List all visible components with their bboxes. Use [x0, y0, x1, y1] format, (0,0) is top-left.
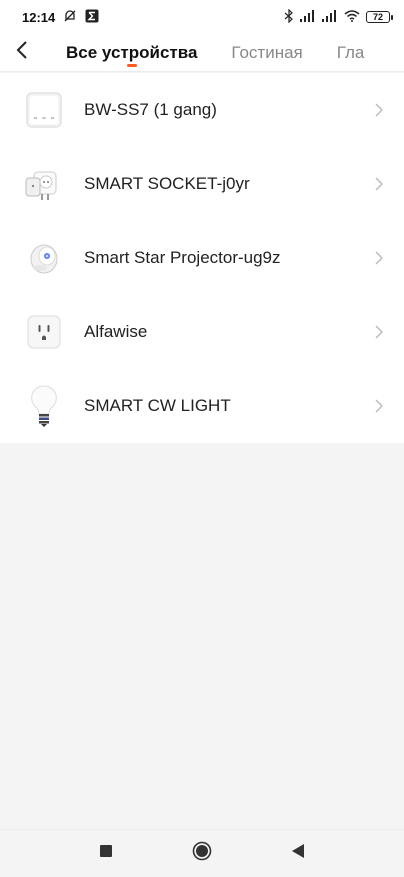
light-bulb-icon	[22, 384, 66, 428]
alarm-off-icon	[63, 9, 77, 26]
tab-main[interactable]: Гла	[337, 34, 365, 72]
recents-button[interactable]	[91, 839, 121, 869]
signal-icon	[300, 9, 316, 25]
chevron-right-icon	[364, 399, 394, 413]
device-name: BW-SS7 (1 gang)	[84, 100, 217, 119]
device-row-alfawise[interactable]: Alfawise	[0, 295, 404, 369]
smart-plug-icon	[22, 162, 66, 206]
wifi-icon	[344, 9, 360, 25]
device-row-bw-ss7[interactable]: BW-SS7 (1 gang)	[0, 73, 404, 147]
chevron-right-icon	[364, 103, 394, 117]
sigma-icon	[85, 9, 99, 26]
battery-level: 72	[372, 12, 383, 22]
wall-switch-icon	[22, 88, 66, 132]
device-row-star-projector[interactable]: Smart Star Projector-ug9z	[0, 221, 404, 295]
nav-back-button[interactable]	[283, 839, 313, 869]
battery-icon: 72	[366, 11, 393, 23]
back-triangle-icon	[291, 843, 305, 864]
tab-living-room[interactable]: Гостиная	[231, 34, 302, 72]
header: Все устройства Гостиная Гла	[0, 34, 404, 72]
device-name: SMART CW LIGHT	[84, 396, 231, 415]
device-name: Smart Star Projector-ug9z	[84, 248, 281, 267]
device-name: Alfawise	[84, 322, 148, 341]
screen: 12:14 72 Все устройства Гостиная Гла BW-…	[0, 0, 404, 877]
device-name: SMART SOCKET-j0yr	[84, 174, 250, 193]
active-tab-indicator	[126, 63, 137, 67]
signal-icon	[322, 9, 338, 25]
projector-icon	[22, 236, 66, 280]
device-list: BW-SS7 (1 gang) SMART SOCKET-j0yr Smart …	[0, 73, 404, 443]
outlet-icon	[22, 310, 66, 354]
tab-all-devices[interactable]: Все устройства	[66, 34, 197, 72]
device-row-cw-light[interactable]: SMART CW LIGHT	[0, 369, 404, 443]
chevron-left-icon	[16, 41, 28, 64]
device-row-smart-socket[interactable]: SMART SOCKET-j0yr	[0, 147, 404, 221]
chevron-right-icon	[364, 177, 394, 191]
status-bar: 12:14 72	[0, 0, 404, 34]
tab-bar: Все устройства Гостиная Гла	[44, 34, 404, 72]
home-button[interactable]	[187, 839, 217, 869]
tab-label: Гла	[336, 42, 365, 62]
recents-square-icon	[99, 844, 113, 863]
system-nav-bar	[0, 829, 404, 877]
chevron-right-icon	[364, 325, 394, 339]
tab-label: Все устройства	[66, 42, 198, 62]
bluetooth-icon	[284, 8, 294, 26]
home-circle-icon	[192, 841, 212, 866]
tab-label: Гостиная	[231, 42, 303, 62]
status-time: 12:14	[22, 9, 56, 25]
chevron-right-icon	[364, 251, 394, 265]
back-button[interactable]	[0, 34, 44, 72]
